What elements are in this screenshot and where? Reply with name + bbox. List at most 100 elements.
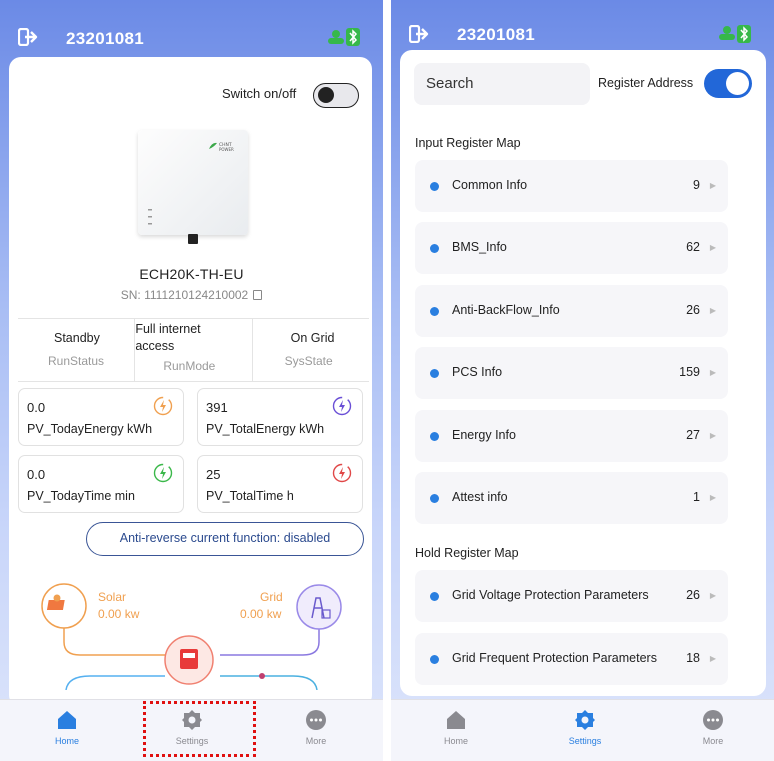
solar-icon: [41, 583, 87, 629]
inverter-image: CHNT POWER: [138, 130, 248, 244]
serial-number: SN: 1111210124210002: [0, 288, 383, 302]
metric-pv-total-time: 25 PV_TotalTime h: [197, 455, 363, 513]
input-register-heading: Input Register Map: [415, 136, 521, 150]
bullet-dot: [430, 307, 439, 316]
bullet-dot: [430, 244, 439, 253]
nav-settings[interactable]: Settings: [545, 709, 625, 746]
metric-label: PV_TotalEnergy kWh: [206, 422, 325, 436]
row-label: Common Info: [452, 178, 528, 192]
inverter-icon: [164, 635, 214, 685]
status-run-status: Standby RunStatus: [18, 319, 134, 381]
register-row-grid-frequency[interactable]: Grid Frequent Protection Parameters 18 ▶: [415, 633, 728, 685]
chevron-right-icon: ▶: [709, 368, 716, 377]
connector: [188, 234, 198, 244]
status-value: Full internet access: [135, 322, 201, 353]
status-key: RunMode: [163, 359, 216, 373]
metric-label: PV_TodayEnergy kWh: [27, 422, 153, 436]
chevron-right-icon: ▶: [709, 591, 716, 600]
metric-pv-total-energy: 391 PV_TotalEnergy kWh: [197, 388, 363, 446]
device-title: 23201081: [66, 29, 145, 48]
grid-label: Grid: [260, 590, 283, 604]
cloud-connection-icon: [719, 26, 735, 40]
nav-home-label: Home: [443, 736, 468, 746]
row-count: 26: [686, 588, 700, 602]
brand-logo: CHNT POWER: [209, 142, 234, 152]
register-row-grid-voltage[interactable]: Grid Voltage Protection Parameters 26 ▶: [415, 570, 728, 622]
nav-home[interactable]: Home: [27, 709, 107, 746]
nav-home[interactable]: Home: [416, 709, 496, 746]
search-input[interactable]: Search: [414, 63, 590, 105]
metric-label: PV_TodayTime min: [27, 489, 135, 503]
hold-register-heading: Hold Register Map: [415, 546, 519, 560]
bullet-dot: [430, 182, 439, 191]
bluetooth-icon: [737, 25, 751, 43]
register-address-toggle[interactable]: [704, 69, 752, 98]
register-row-attest-info[interactable]: Attest info 1 ▶: [415, 472, 728, 524]
exit-icon[interactable]: [18, 28, 38, 46]
row-label: Energy Info: [452, 428, 516, 442]
bolt-icon: [153, 396, 173, 416]
chevron-right-icon: ▶: [709, 181, 716, 190]
bullet-dot: [430, 432, 439, 441]
metric-label: PV_TotalTime h: [206, 489, 294, 503]
register-row-energy-info[interactable]: Energy Info 27 ▶: [415, 410, 728, 462]
solar-label: Solar: [98, 590, 127, 604]
settings-highlight-box: [143, 701, 256, 757]
bottom-nav: Home Settings More: [391, 699, 774, 761]
grid-icon: [296, 584, 342, 630]
switch-knob: [318, 87, 334, 103]
register-row-anti-backflow[interactable]: Anti-BackFlow_Info 26 ▶: [415, 285, 728, 337]
status-sys-state: On Grid SysState: [251, 319, 369, 381]
energy-flow-diagram: [41, 583, 342, 690]
bullet-dot: [430, 494, 439, 503]
copy-icon[interactable]: [253, 290, 263, 300]
row-count: 9: [693, 178, 700, 192]
bolt-icon: [332, 463, 352, 483]
bullet-dot: [430, 592, 439, 601]
register-row-pcs-info[interactable]: PCS Info 159 ▶: [415, 347, 728, 399]
chevron-right-icon: ▶: [709, 431, 716, 440]
nav-settings-label: Settings: [568, 736, 602, 746]
bullet-dot: [430, 369, 439, 378]
switch-label: Switch on/off: [222, 86, 297, 101]
svg-text:POWER: POWER: [219, 147, 234, 152]
row-label: BMS_Info: [452, 240, 507, 254]
register-row-bms-info[interactable]: BMS_Info 62 ▶: [415, 222, 728, 274]
row-label: Grid Frequent Protection Parameters: [452, 651, 657, 665]
metric-value: 0.0: [27, 467, 46, 482]
row-count: 27: [686, 428, 700, 442]
nav-more[interactable]: More: [673, 709, 753, 746]
settings-screen: 23201081 Search Register Address Input R…: [391, 0, 774, 761]
nav-home-label: Home: [54, 736, 79, 746]
row-count: 18: [686, 651, 700, 665]
anti-reverse-button[interactable]: Anti-reverse current function: disabled: [86, 522, 364, 556]
bolt-icon: [332, 396, 352, 416]
row-count: 62: [686, 240, 700, 254]
home-icon: [58, 711, 76, 729]
chevron-right-icon: ▶: [709, 306, 716, 315]
chevron-right-icon: ▶: [709, 654, 716, 663]
device-title: 23201081: [457, 25, 536, 44]
row-count: 159: [679, 365, 700, 379]
row-label: Anti-BackFlow_Info: [452, 303, 560, 317]
exit-icon[interactable]: [409, 25, 429, 43]
chevron-right-icon: ▶: [709, 243, 716, 252]
nav-more[interactable]: More: [276, 709, 356, 746]
metric-value: 391: [206, 400, 228, 415]
register-row-common-info[interactable]: Common Info 9 ▶: [415, 160, 728, 212]
bullet-dot: [430, 655, 439, 664]
power-switch[interactable]: [313, 83, 359, 108]
home-icon: [447, 711, 465, 729]
row-count: 26: [686, 303, 700, 317]
led-indicators: [148, 209, 152, 225]
status-key: RunStatus: [48, 354, 105, 368]
row-label: PCS Info: [452, 365, 503, 379]
nav-more-label: More: [305, 736, 327, 746]
metric-pv-today-time: 0.0 PV_TodayTime min: [18, 455, 184, 513]
toggle-knob: [726, 72, 749, 95]
nav-more-label: More: [702, 736, 724, 746]
chevron-right-icon: ▶: [709, 493, 716, 502]
gear-icon: [575, 710, 595, 730]
solar-value: 0.00 kw: [98, 607, 140, 621]
row-count: 1: [693, 490, 700, 504]
